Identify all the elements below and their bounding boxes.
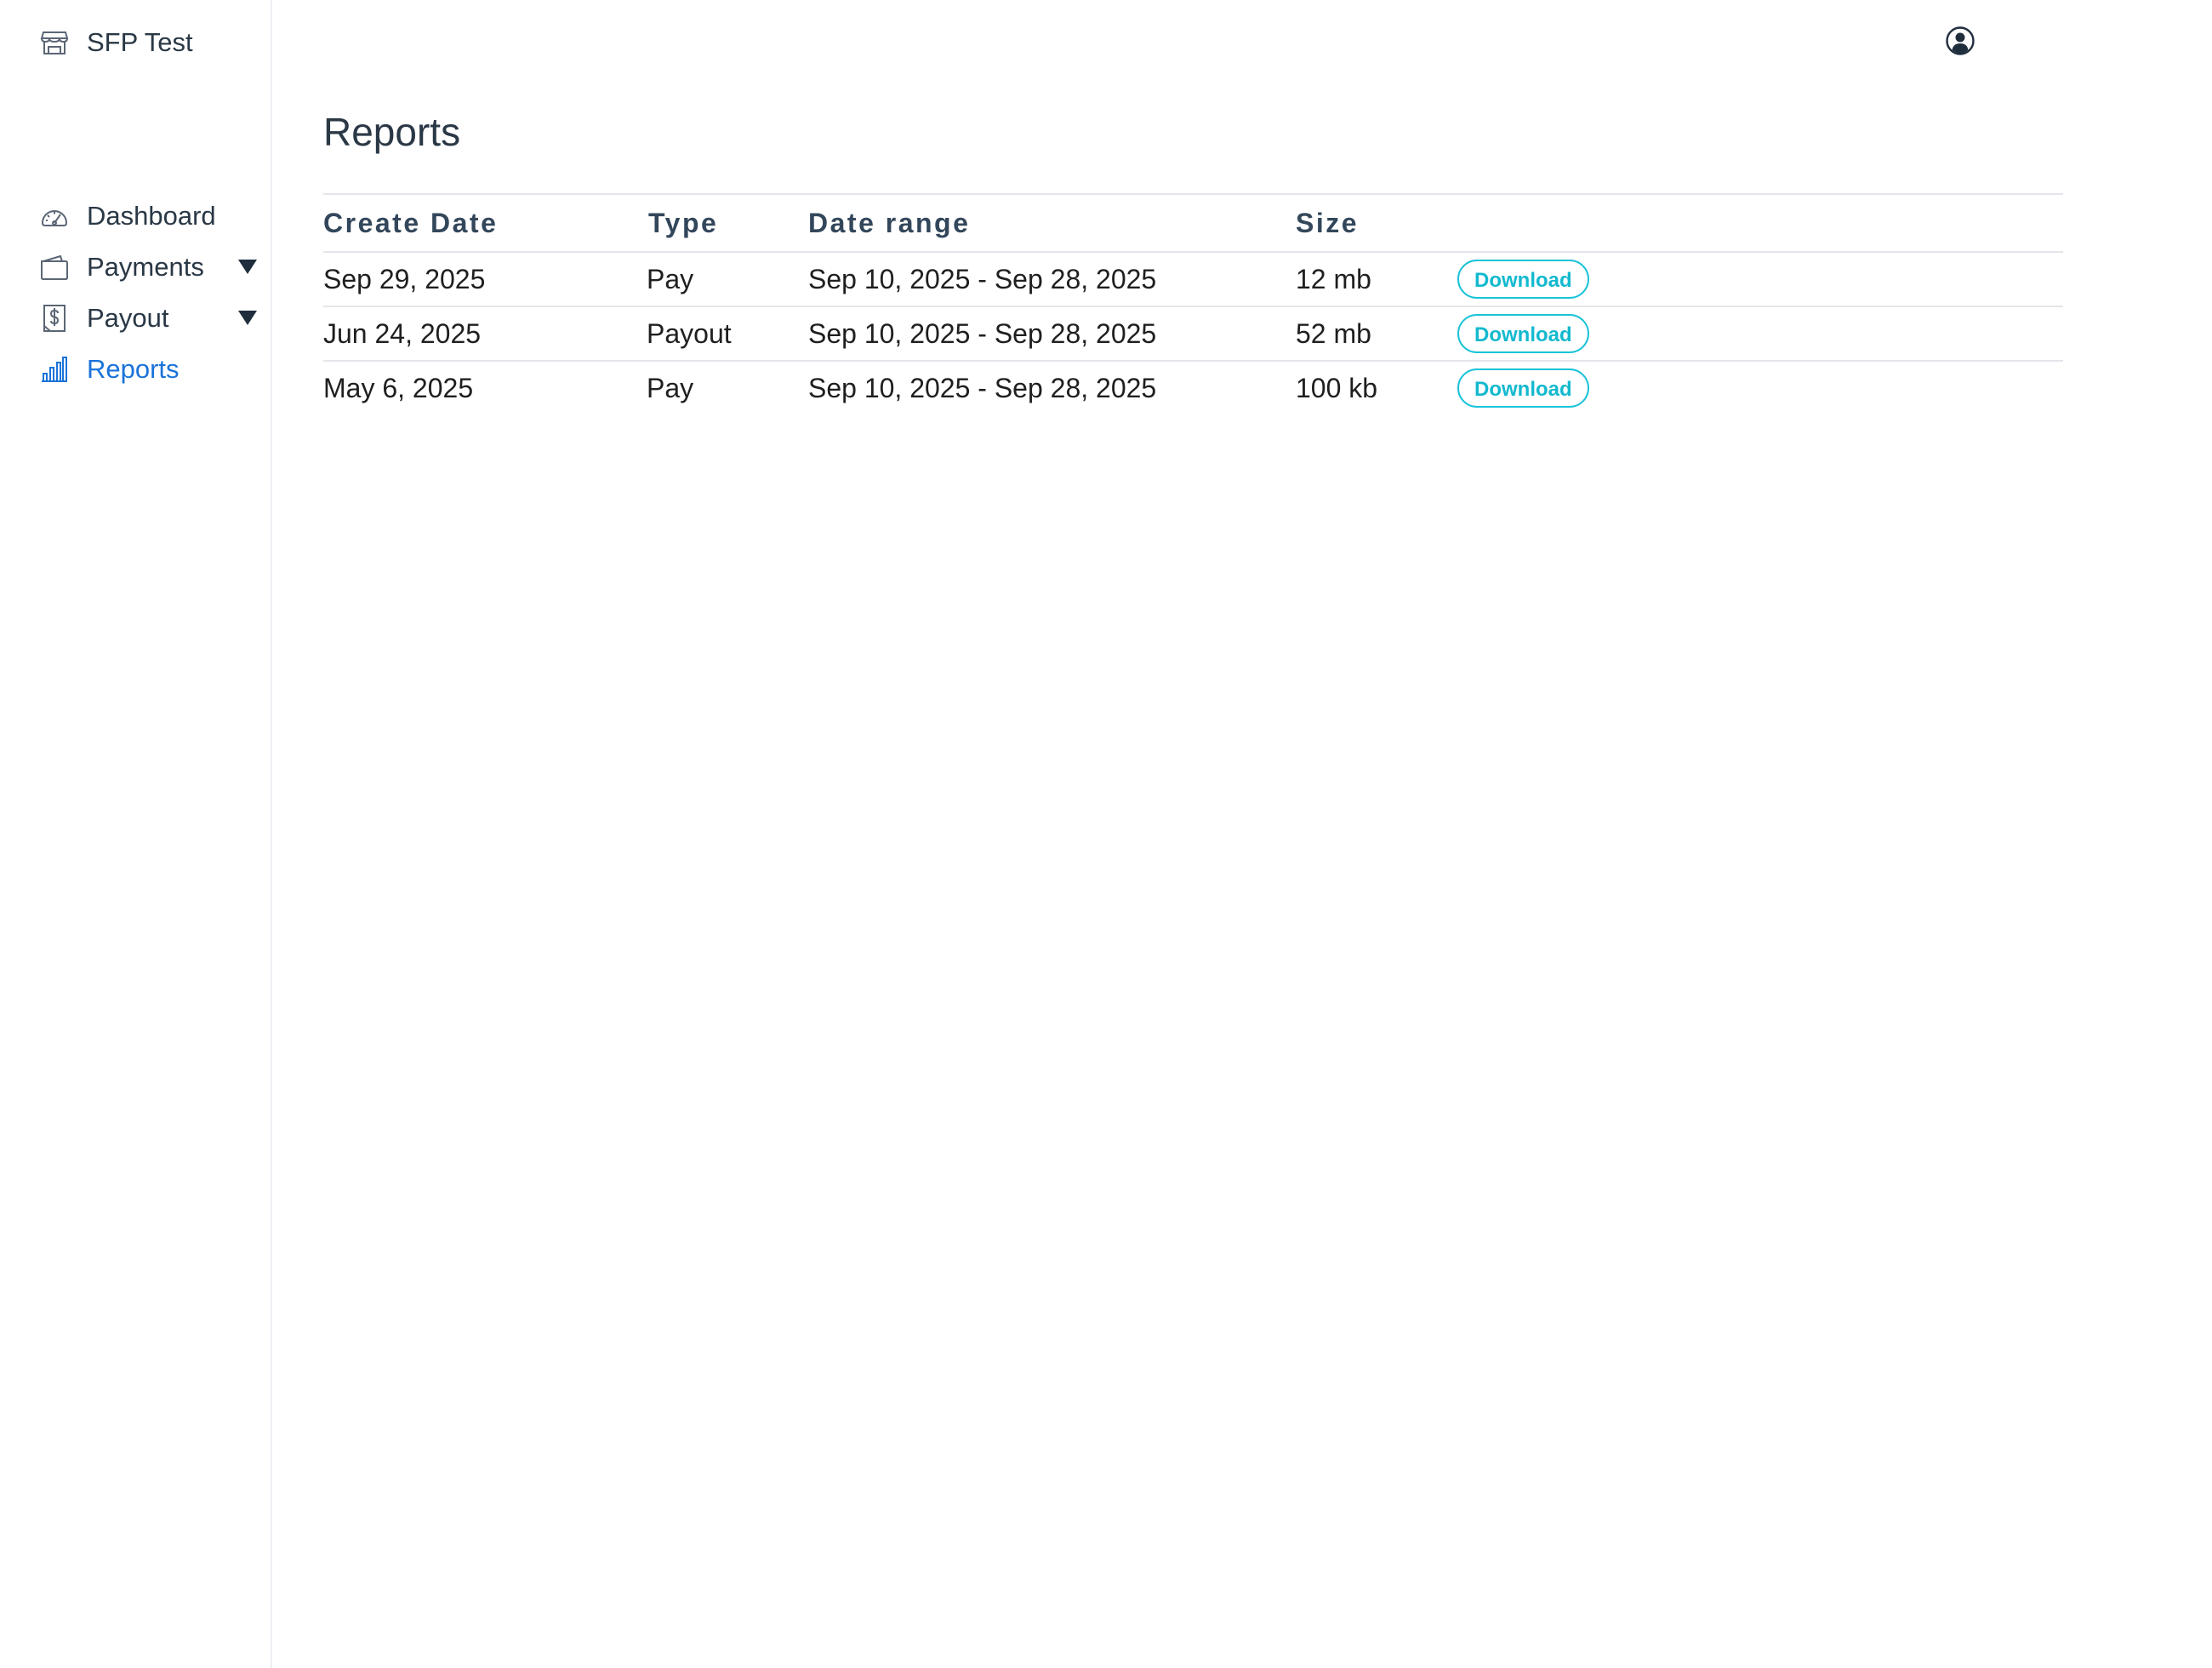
brand-name: SFP Test bbox=[87, 27, 193, 57]
sidebar-item-label: Dashboard bbox=[87, 201, 216, 231]
sidebar-item-label: Payments bbox=[87, 252, 204, 282]
brand[interactable]: SFP Test bbox=[39, 24, 193, 61]
cell-date-range: Sep 10, 2025 - Sep 28, 2025 bbox=[808, 306, 1296, 362]
cell-action: Download bbox=[1457, 306, 2063, 362]
gauge-icon bbox=[39, 201, 70, 231]
cell-type: Payout bbox=[647, 306, 808, 362]
cell-type: Pay bbox=[647, 252, 808, 307]
user-circle-icon[interactable] bbox=[1945, 26, 1975, 56]
sidebar-item-dashboard[interactable]: Dashboard bbox=[39, 191, 259, 242]
column-header-actions bbox=[1457, 193, 2063, 253]
column-header-create-date: Create Date bbox=[323, 193, 647, 253]
cell-size: 12 mb bbox=[1296, 252, 1457, 307]
sidebar-item-payments[interactable]: Payments bbox=[39, 242, 259, 293]
reports-table: Create Date Type Date range Size Sep 29,… bbox=[323, 193, 2063, 414]
sidebar-nav: Dashboard Payments Payout Reports bbox=[39, 191, 259, 395]
download-button[interactable]: Download bbox=[1457, 314, 1589, 353]
dollar-doc-icon bbox=[39, 303, 70, 334]
cell-type: Pay bbox=[647, 372, 694, 403]
sidebar-item-reports[interactable]: Reports bbox=[39, 344, 259, 395]
table-row: Jun 24, 2025 Payout Sep 10, 2025 - Sep 2… bbox=[323, 306, 2063, 362]
table-row: Sep 29, 2025 Pay Sep 10, 2025 - Sep 28, … bbox=[323, 252, 2063, 307]
column-header-type: Type bbox=[647, 193, 808, 253]
cell-action: Download bbox=[1457, 252, 2063, 307]
chevron-down-icon[interactable] bbox=[238, 311, 257, 325]
chevron-down-icon[interactable] bbox=[238, 260, 257, 274]
sidebar-item-label: Payout bbox=[87, 303, 169, 333]
store-icon bbox=[39, 27, 70, 58]
cell-size: 100 kb bbox=[1296, 372, 1378, 403]
sidebar: SFP Test Dashboard Payments Payout Repor… bbox=[0, 0, 272, 1668]
cell-date-range: Sep 10, 2025 - Sep 28, 2025 bbox=[808, 252, 1296, 307]
sidebar-item-label: Reports bbox=[87, 354, 180, 384]
column-header-date-range: Date range bbox=[808, 193, 1296, 253]
cell-create-date: May 6, 2025 bbox=[323, 372, 474, 403]
table-row: May 6, 2025 Pay Sep 10, 2025 - Sep 28, 2… bbox=[323, 361, 2063, 414]
download-button[interactable]: Download bbox=[1457, 368, 1589, 408]
cell-size: 52 mb bbox=[1296, 306, 1457, 362]
wallet-icon bbox=[39, 252, 70, 283]
cell-action: Download bbox=[1457, 361, 2063, 414]
cell-create-date: Jun 24, 2025 bbox=[323, 306, 647, 362]
cell-date-range: Sep 10, 2025 - Sep 28, 2025 bbox=[808, 372, 1157, 403]
cell-create-date: Sep 29, 2025 bbox=[323, 252, 647, 307]
download-button[interactable]: Download bbox=[1457, 260, 1589, 299]
column-header-size: Size bbox=[1296, 193, 1457, 253]
sidebar-item-payout[interactable]: Payout bbox=[39, 293, 259, 344]
table-header-row: Create Date Type Date range Size bbox=[323, 193, 2063, 253]
bar-chart-icon bbox=[39, 354, 70, 385]
page-title: Reports bbox=[323, 110, 461, 154]
